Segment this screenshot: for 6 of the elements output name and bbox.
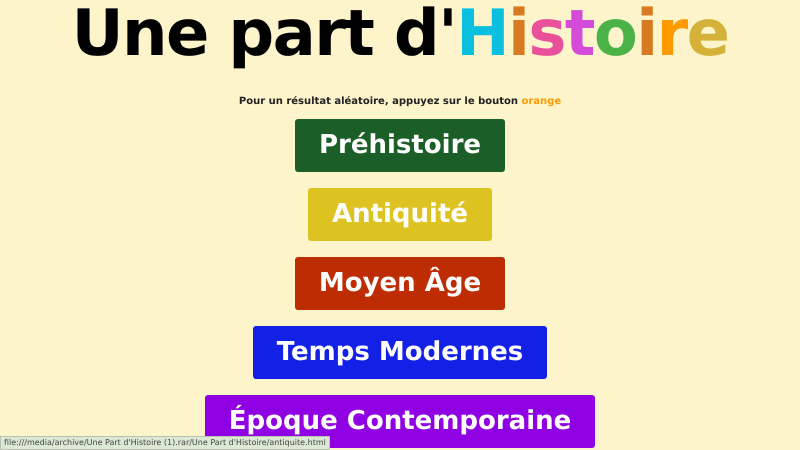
period-button[interactable]: Moyen Âge [294, 257, 506, 310]
status-bar: file:///media/archive/Une Part d'Histoire (1).rar/Une Part d'Histoire/antiquite.html [0, 436, 330, 450]
period-button[interactable]: Préhistoire [294, 119, 506, 172]
period-button[interactable]: Temps Modernes [252, 326, 548, 379]
page-title: Une part d'Histoire [72, 2, 728, 66]
instruction-text: Pour un résultat aléatoire, appuyez sur le bouton orange [238, 95, 562, 109]
